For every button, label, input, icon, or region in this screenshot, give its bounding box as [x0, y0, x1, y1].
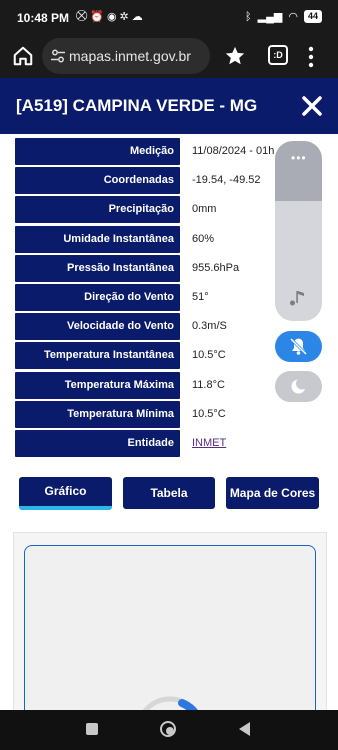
row-value: 10.5°C — [192, 407, 226, 420]
chart-container — [24, 545, 316, 731]
url-text: mapas.inmet.gov.br — [69, 48, 191, 64]
row-value: INMET — [192, 430, 226, 457]
row-value: 11.8°C — [192, 378, 225, 391]
row-label: Direção do Vento — [15, 283, 180, 311]
status-time: 10:48 PM — [17, 11, 70, 25]
row-label: Medição — [15, 138, 180, 165]
home-icon[interactable] — [12, 45, 34, 67]
row-value: 10.5°C — [192, 349, 226, 362]
row-value: 955.6hPa — [192, 261, 240, 274]
home-button[interactable] — [160, 721, 176, 737]
battery-icon: 44 — [303, 10, 322, 23]
row-umidade: Umidade Instantânea 60% — [15, 225, 275, 255]
row-coordenadas: Coordenadas -19.54, -49.52 — [15, 167, 275, 196]
row-label: Temperatura Instantânea — [15, 342, 180, 370]
row-direcao-vento: Direção do Vento 51° — [15, 283, 275, 313]
mute-toggle[interactable] — [275, 331, 322, 362]
entidade-link[interactable]: INMET — [192, 437, 226, 449]
row-label: Coordenadas — [15, 167, 180, 195]
row-velocidade-vento: Velocidade do Vento 0.3m/S — [15, 313, 275, 342]
tab-grafico[interactable]: Gráfico — [19, 477, 112, 510]
bluetooth-icon: ᛒ — [245, 10, 252, 23]
row-value: 60% — [192, 232, 215, 245]
signal-icon: ▂▄▆ — [257, 11, 283, 23]
row-pressao: Pressão Instantânea 955.6hPa — [15, 254, 275, 284]
alarm-icon: ⏰ — [90, 11, 104, 23]
browser-toolbar: mapas.inmet.gov.br :D — [0, 36, 338, 78]
row-label: Precipitação — [15, 196, 180, 224]
bookmark-star-icon[interactable] — [224, 45, 246, 67]
home-button-dot — [166, 727, 174, 735]
volume-more-icon[interactable]: ••• — [291, 151, 307, 165]
chart-panel — [13, 532, 327, 731]
row-label: Temperatura Máxima — [15, 371, 180, 399]
tabs-button[interactable]: :D — [268, 45, 288, 65]
row-label: Velocidade do Vento — [15, 313, 180, 341]
dark-mode-toggle[interactable] — [275, 371, 322, 402]
station-data-table: Medição 11/08/2024 - 01h Coordenadas -19… — [15, 138, 275, 459]
volume-level-fill: ••• — [275, 141, 322, 201]
close-icon[interactable] — [300, 94, 324, 118]
row-temperatura-minima: Temperatura Mínima 10.5°C — [15, 400, 275, 430]
row-label: Pressão Instantânea — [15, 254, 180, 282]
station-header: [A519] CAMPINA VERDE - MG — [0, 78, 338, 134]
row-value: 0.3m/S — [192, 320, 227, 333]
more-menu-icon[interactable] — [308, 46, 314, 68]
row-entidade: Entidade INMET — [15, 429, 275, 459]
row-temperatura-instantanea: Temperatura Instantânea 10.5°C — [15, 342, 275, 371]
system-icons: ᛒ ▂▄▆ ◠ 44 — [245, 10, 322, 23]
settings-icon: ✲ — [119, 11, 129, 23]
cloud-icon: ☁ — [131, 11, 143, 23]
tab-tabela[interactable]: Tabela — [123, 477, 215, 509]
music-note-icon — [290, 291, 304, 306]
page-title: [A519] CAMPINA VERDE - MG — [16, 96, 258, 115]
tab-mapa-de-cores[interactable]: Mapa de Cores — [226, 477, 319, 509]
row-label: Entidade — [15, 429, 180, 457]
wifi-icon: ◠ — [288, 11, 298, 23]
site-settings-icon[interactable] — [50, 48, 66, 64]
status-bar: 10:48 PM ⛒ ⏰ ◉ ✲ ☁ ᛒ ▂▄▆ ◠ 44 — [0, 0, 338, 36]
row-label: Umidade Instantânea — [15, 225, 180, 253]
notification-icons: ⛒ ⏰ ◉ ✲ ☁ — [76, 10, 143, 23]
row-medicao: Medição 11/08/2024 - 01h — [15, 138, 275, 167]
recents-button[interactable] — [86, 723, 98, 735]
row-label: Temperatura Mínima — [15, 400, 180, 428]
sync-off-icon: ⛒ — [76, 10, 88, 22]
row-temperatura-maxima: Temperatura Máxima 11.8°C — [15, 371, 275, 401]
row-precipitacao: Precipitação 0mm — [15, 196, 275, 225]
row-value: -19.54, -49.52 — [192, 174, 261, 187]
address-bar[interactable]: mapas.inmet.gov.br — [42, 38, 210, 74]
back-button[interactable] — [239, 722, 250, 736]
bell-off-icon — [290, 338, 307, 355]
whatsapp-icon: ◉ — [106, 11, 117, 23]
volume-slider[interactable]: ••• — [275, 141, 322, 321]
row-value: 0mm — [192, 203, 217, 216]
row-value: 51° — [192, 290, 209, 303]
moon-icon — [291, 377, 308, 394]
system-nav-bar — [0, 710, 338, 750]
row-value: 11/08/2024 - 01h — [192, 145, 275, 157]
